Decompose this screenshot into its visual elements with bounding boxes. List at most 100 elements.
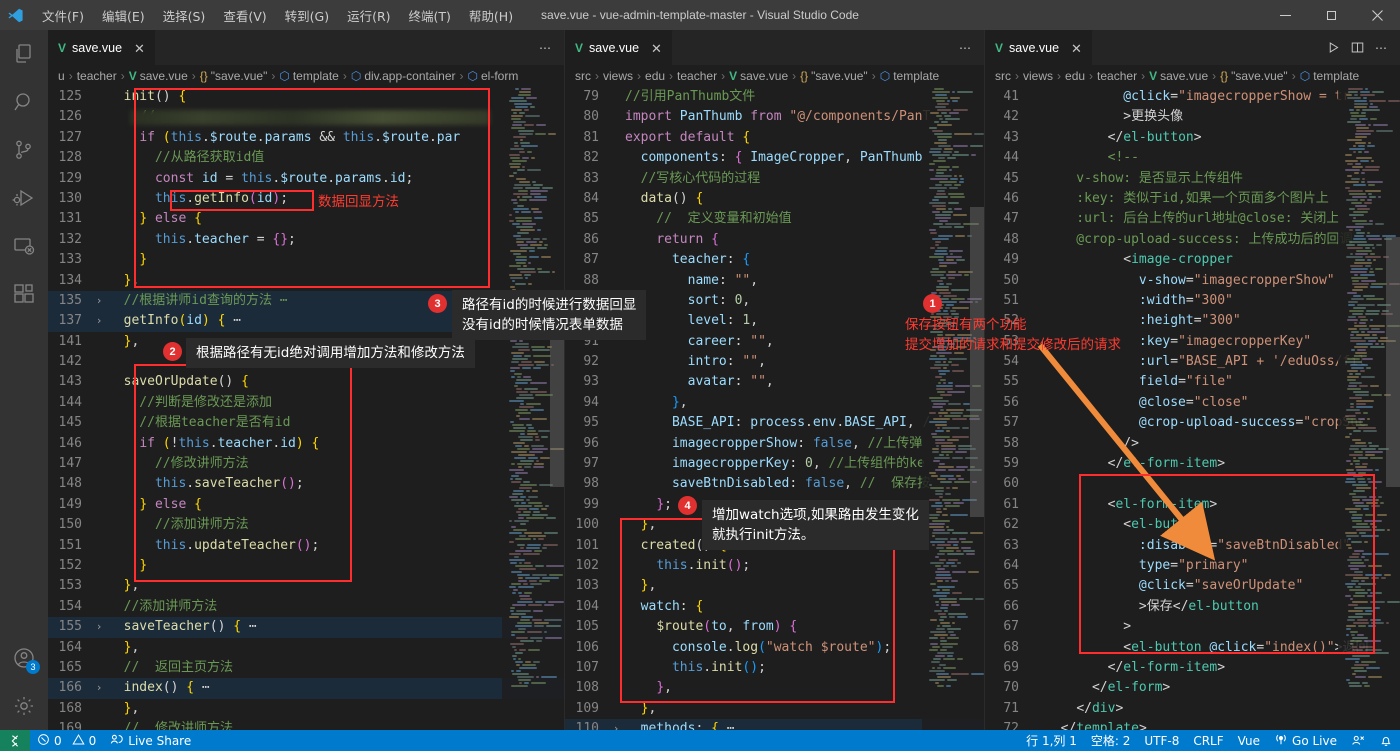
code-line[interactable]: 130 this.getInfo(id); [48,189,564,209]
breadcrumb-item[interactable]: edu [1065,69,1085,83]
menu-help[interactable]: 帮助(H) [461,2,521,29]
menu-edit[interactable]: 编辑(E) [94,2,153,29]
minimize-button[interactable] [1262,0,1308,30]
code-line[interactable]: 146 if (!this.teacher.id) { [48,434,564,454]
tabs-bar-2[interactable]: V save.vue ✕ ⋯ [565,30,984,65]
status-problems[interactable]: 0 0 [30,730,103,751]
code-line[interactable]: 129 const id = this.$route.params.id; [48,169,564,189]
tab-save-vue-3[interactable]: V save.vue ✕ [985,30,1093,65]
code-line[interactable]: 143 saveOrUpdate() { [48,372,564,392]
tab-close-icon[interactable]: ✕ [134,42,145,55]
breadcrumb-3[interactable]: src › views › edu › teacher › V save.vue › {}… [985,65,1400,87]
breadcrumb-item[interactable]: "save.vue" [811,69,868,83]
code-line[interactable]: 150 //添加讲师方法 [48,515,564,535]
tab-save-vue-2[interactable]: V save.vue ✕ [565,30,673,65]
menu-go[interactable]: 转到(G) [277,2,337,29]
code-line[interactable]: 144 //判断是修改还是添加 [48,393,564,413]
menu-file[interactable]: 文件(F) [34,2,92,29]
code-line[interactable]: 141 }, [48,332,564,352]
breadcrumb-1[interactable]: u › teacher › V save.vue › {} "save.vue" › ⬡… [48,65,564,87]
code-line[interactable]: 168 }, [48,699,564,719]
menu-bar[interactable]: 文件(F) 编辑(E) 选择(S) 查看(V) 转到(G) 运行(R) 终端(T… [34,2,521,29]
status-notifications-bell-icon[interactable] [1372,730,1400,751]
code-line[interactable]: 127 if (this.$route.params && this.$rout… [48,128,564,148]
activity-bar[interactable]: 3 [0,30,48,730]
fold-chevron-icon[interactable]: › [609,719,623,730]
activity-explorer-icon[interactable] [0,30,48,78]
activity-source-control-icon[interactable] [0,126,48,174]
activity-manage-gear-icon[interactable] [0,682,48,730]
breadcrumb-item[interactable]: div.app-container [364,69,455,83]
close-button[interactable] [1354,0,1400,30]
code-line[interactable]: 147 //修改讲师方法 [48,454,564,474]
breadcrumb-item[interactable]: views [603,69,633,83]
code-editor-1[interactable]: 125 init() {126 //127 if (this.$route.pa… [48,87,564,730]
code-line[interactable]: 126 // [48,107,564,127]
code-line[interactable]: 152 } [48,556,564,576]
tabs-bar-1[interactable]: V save.vue ✕ ⋯ [48,30,564,65]
breadcrumb-item[interactable]: save.vue [140,69,188,83]
breadcrumb-2[interactable]: src › views › edu › teacher › V save.vue › {}… [565,65,984,87]
breadcrumb-item[interactable]: el-form [481,69,518,83]
code-line[interactable]: 154 //添加讲师方法 [48,597,564,617]
status-language-mode[interactable]: Vue [1231,730,1267,751]
code-line[interactable]: 148 this.saveTeacher(); [48,474,564,494]
editor-scrollbar-2[interactable] [970,207,984,517]
status-go-live[interactable]: Go Live [1267,730,1344,751]
breadcrumb-item[interactable]: "save.vue" [1231,69,1288,83]
breadcrumb-item[interactable]: src [995,69,1011,83]
code-line[interactable]: 165 // 返回主页方法 [48,658,564,678]
maximize-button[interactable] [1308,0,1354,30]
breadcrumb-item[interactable]: template [1313,69,1359,83]
code-lines-1[interactable]: 125 init() {126 //127 if (this.$route.pa… [48,87,564,730]
fold-chevron-icon[interactable]: › [92,311,106,331]
tab-save-vue-1[interactable]: V save.vue ✕ [48,30,156,65]
code-line[interactable]: 137 › getInfo(id) { ⋯ [48,311,564,332]
tab-actions-2[interactable]: ⋯ [954,30,984,65]
activity-accounts-icon[interactable]: 3 [0,634,48,682]
more-actions-icon[interactable]: ⋯ [954,37,976,59]
code-line[interactable]: 155 › saveTeacher() { ⋯ [48,617,564,638]
tab-actions-1[interactable]: ⋯ [534,30,564,65]
status-cursor-position[interactable]: 行 1,列 1 [1019,730,1084,751]
tab-close-icon[interactable]: ✕ [1071,42,1082,55]
split-editor-icon[interactable] [1346,37,1368,59]
menu-run[interactable]: 运行(R) [339,2,398,29]
activity-run-debug-icon[interactable] [0,174,48,222]
tab-close-icon[interactable]: ✕ [651,42,662,55]
code-editor-2[interactable]: 79 //引用PanThumb文件 80 import PanThumb from "… [565,87,984,730]
activity-extensions-icon[interactable] [0,270,48,318]
status-bar-right[interactable]: 行 1,列 1 空格: 2 UTF-8 CRLF Vue Go Live [1019,730,1400,751]
code-line[interactable]: 125 init() { [48,87,564,107]
status-indentation[interactable]: 空格: 2 [1084,730,1138,751]
tabs-bar-3[interactable]: V save.vue ✕ ⋯ [985,30,1400,65]
menu-terminal[interactable]: 终端(T) [401,2,459,29]
editor-scrollbar-3[interactable] [1386,237,1400,487]
status-bar[interactable]: 0 0 Live Share 行 1,列 1 空格: 2 UTF-8 CRLF [0,730,1400,751]
breadcrumb-item[interactable]: u [58,69,65,83]
code-line[interactable]: 135 › //根据讲师id查询的方法 ⋯ [48,290,564,312]
code-line[interactable]: 166 › index() { ⋯ [48,678,564,699]
code-editor-3[interactable]: 41 @click="imagecropperShow = tr 42 >更换头像… [985,87,1400,730]
code-line[interactable]: 131 } else { [48,209,564,229]
run-icon[interactable] [1322,37,1344,59]
more-actions-icon[interactable]: ⋯ [1370,37,1392,59]
editor-scrollbar-1[interactable] [550,307,564,487]
status-encoding[interactable]: UTF-8 [1137,730,1186,751]
code-line[interactable]: 132 this.teacher = {}; [48,230,564,250]
code-line[interactable]: 142 [48,352,564,372]
breadcrumb-item[interactable]: src [575,69,591,83]
breadcrumb-item[interactable]: "save.vue" [211,69,268,83]
code-line[interactable]: 133 } [48,250,564,270]
code-line[interactable]: 134 }, [48,271,564,291]
code-line[interactable]: 145 //根据teacher是否有id [48,413,564,433]
fold-chevron-icon[interactable]: › [92,617,106,637]
breadcrumb-item[interactable]: save.vue [1160,69,1208,83]
breadcrumb-item[interactable]: teacher [677,69,717,83]
breadcrumb-item[interactable]: teacher [77,69,117,83]
status-feedback-smiley-icon[interactable] [1344,730,1372,751]
breadcrumb-item[interactable]: template [293,69,339,83]
remote-indicator-icon[interactable] [0,730,30,751]
menu-selection[interactable]: 选择(S) [155,2,214,29]
code-line[interactable]: 149 } else { [48,495,564,515]
